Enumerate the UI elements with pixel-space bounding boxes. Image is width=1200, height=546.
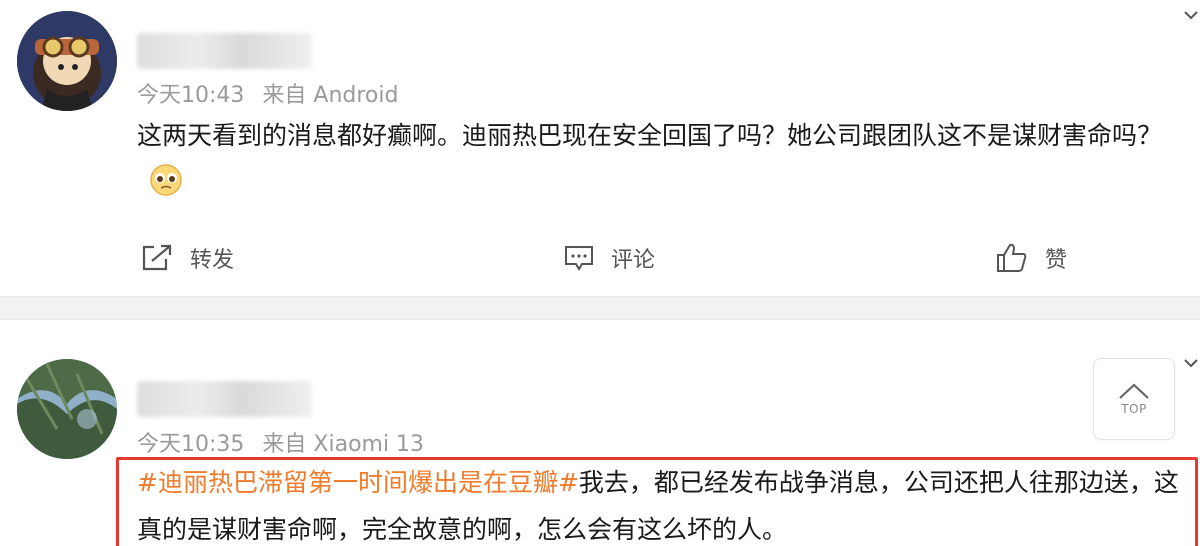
- post-content: #迪丽热巴滞留第一时间爆出是在豆瓣#我去，都已经发布战争消息，公司还把人往那边送…: [137, 459, 1195, 546]
- avatar[interactable]: [17, 359, 117, 459]
- top-button-label: TOP: [1121, 402, 1147, 416]
- weibo-post: 今天10:35 来自 Xiaomi 13 #迪丽热巴滞留第一时间爆出是在豆瓣#我去…: [0, 0, 1200, 546]
- topic-hashtag-link[interactable]: #迪丽热巴滞留第一时间爆出是在豆瓣#: [137, 468, 579, 497]
- post-source: 来自 Xiaomi 13: [262, 432, 425, 457]
- post-time: 今天10:35: [137, 432, 245, 457]
- post-meta: 今天10:35 来自 Xiaomi 13: [137, 426, 424, 458]
- username-blurred[interactable]: [137, 381, 312, 417]
- back-to-top-button[interactable]: TOP: [1093, 358, 1175, 440]
- chevron-down-icon[interactable]: [1182, 354, 1200, 374]
- avatar-image: [17, 359, 117, 459]
- chevron-up-icon: [1119, 383, 1149, 399]
